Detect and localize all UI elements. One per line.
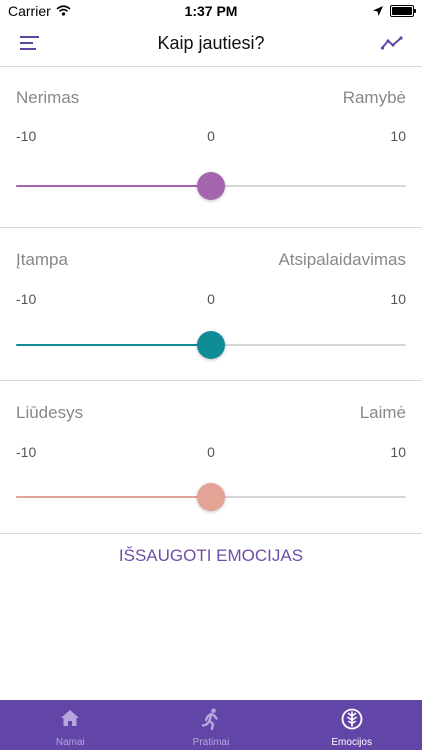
status-right [373, 3, 416, 19]
slider-thumb[interactable] [197, 331, 225, 359]
home-icon [0, 708, 141, 728]
slider-mid-label: 0 [207, 128, 215, 144]
tab-bar: Namai Pratimai Emocijos [0, 700, 422, 750]
slider-left-label: Liūdesys [16, 403, 84, 422]
tab-label: Pratimai [192, 737, 230, 748]
header-divider [0, 66, 422, 67]
slider-left-label: Įtampa [16, 250, 68, 269]
slider-fill [16, 344, 211, 346]
save-emotions-button[interactable]: IŠSAUGOTI EMOCIJAS [0, 546, 422, 566]
slider-max-label: 10 [390, 291, 406, 307]
slider-mid-label: 0 [207, 291, 215, 307]
emotions-icon [281, 708, 422, 730]
slider-fill [16, 185, 211, 187]
section-divider [0, 380, 422, 381]
slider-max-label: 10 [390, 444, 406, 460]
slider-mid-label: 0 [207, 444, 215, 460]
slider-track[interactable] [16, 331, 406, 359]
slider-track[interactable] [16, 172, 406, 200]
status-bar: Carrier 1:37 PM [0, 0, 422, 22]
slider-right-label: Ramybė [342, 88, 406, 107]
battery-icon [390, 5, 416, 17]
nav-bar: Kaip jautiesi? [0, 22, 422, 66]
tab-label: Namai [55, 737, 85, 748]
slider-track[interactable] [16, 483, 406, 511]
page-title: Kaip jautiesi? [157, 33, 265, 53]
tab-emotions[interactable]: Emocijos [281, 700, 422, 750]
location-arrow-icon [373, 3, 383, 19]
slider-max-label: 10 [390, 128, 406, 144]
running-icon [141, 708, 282, 730]
tab-exercises[interactable]: Pratimai [141, 700, 282, 750]
slider-right-label: Laimė [359, 403, 406, 422]
slider-thumb[interactable] [197, 172, 225, 200]
trend-icon [380, 35, 403, 55]
tab-home[interactable]: Namai [0, 700, 141, 750]
section-divider [0, 227, 422, 228]
trend-button[interactable] [377, 30, 407, 60]
slider-fill [16, 496, 211, 498]
status-time: 1:37 PM [184, 3, 238, 19]
slider-right-label: Atsipalaidavimas [278, 250, 406, 269]
section-divider [0, 533, 422, 534]
slider-thumb[interactable] [197, 483, 225, 511]
slider-left-label: Nerimas [16, 88, 80, 107]
tab-label: Emocijos [331, 737, 372, 748]
